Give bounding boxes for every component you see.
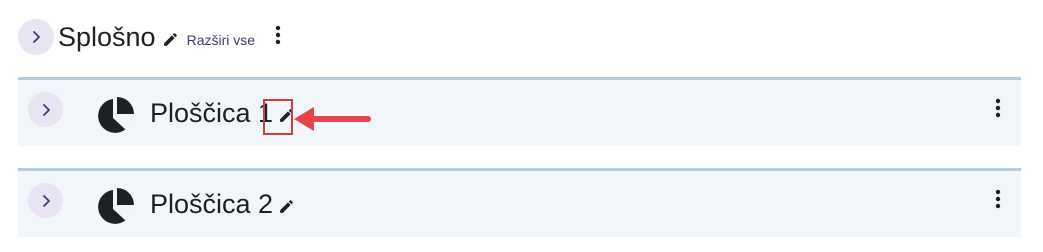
expand-all-link[interactable]: Razširi vse <box>187 32 255 48</box>
section-menu-button[interactable] <box>275 25 281 45</box>
activity-menu-button[interactable] <box>995 98 1001 118</box>
kebab-menu-icon <box>995 98 1001 118</box>
section-collapse-toggle[interactable] <box>18 19 54 55</box>
activity-edit-button[interactable] <box>278 198 295 215</box>
section-header: Splošno Razširi vse <box>18 18 281 56</box>
pencil-icon <box>163 32 177 46</box>
activity-row: Ploščica 2 <box>18 168 1021 237</box>
chevron-right-icon <box>42 103 50 116</box>
activity-title[interactable]: Ploščica 2 <box>150 189 295 220</box>
pencil-icon <box>280 200 293 213</box>
kebab-menu-icon <box>995 189 1001 209</box>
annotation-highlight-box <box>263 99 293 135</box>
activity-row: Ploščica 1 <box>18 77 1021 146</box>
section-edit-button[interactable] <box>162 31 179 48</box>
chevron-right-icon <box>42 194 50 207</box>
annotation-arrow-icon <box>294 107 371 131</box>
pie-chart-icon <box>98 97 134 133</box>
activity-title-text: Ploščica 2 <box>150 189 274 219</box>
activity-expand-toggle[interactable] <box>28 183 63 218</box>
activity-menu-button[interactable] <box>995 189 1001 209</box>
chevron-right-icon <box>33 31 40 43</box>
section-title: Splošno <box>58 21 156 52</box>
activity-expand-toggle[interactable] <box>28 92 63 127</box>
activity-title-text: Ploščica 1 <box>150 98 274 128</box>
kebab-menu-icon <box>275 25 281 45</box>
pie-chart-icon <box>98 188 134 224</box>
